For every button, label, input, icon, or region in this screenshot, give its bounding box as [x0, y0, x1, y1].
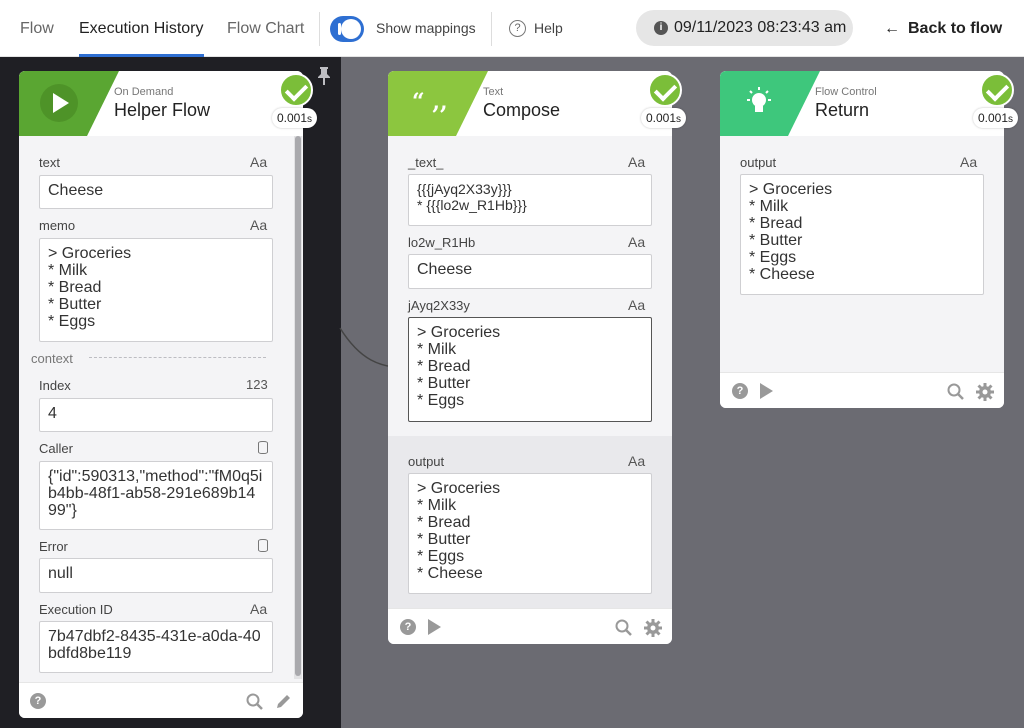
- context-label: context: [31, 351, 73, 366]
- card-header: “ ,, Text Compose: [388, 71, 672, 136]
- search-icon[interactable]: [947, 383, 965, 401]
- database-icon: [258, 539, 268, 552]
- scrollbar[interactable]: [294, 136, 302, 679]
- field-label: memo: [39, 218, 76, 233]
- field-label: jAyq2X33y: [408, 298, 470, 313]
- field-label: output: [408, 454, 445, 469]
- caller-field[interactable]: {"id":590313,"method":"fM0q5i b4bb-48f1-…: [39, 461, 273, 530]
- tab-execution-history[interactable]: Execution History: [79, 0, 204, 57]
- back-to-flow-button[interactable]: ← Back to flow: [884, 0, 1002, 57]
- card-title: Return: [815, 100, 870, 120]
- duration-unit: s: [1008, 114, 1014, 125]
- field-label: Error: [39, 539, 68, 554]
- type-string-icon: Aa: [628, 453, 646, 469]
- field-label: _text_: [408, 155, 444, 170]
- card-category: Text: [483, 86, 504, 98]
- field-label: lo2w_R1Hb: [408, 235, 476, 250]
- play-icon[interactable]: [760, 383, 773, 399]
- type-string-icon: Aa: [960, 154, 978, 170]
- duration-value: 0.001: [277, 111, 308, 125]
- duration-badge: 0.001s: [272, 108, 318, 128]
- help-icon[interactable]: ?: [509, 20, 526, 37]
- tab-flow-chart[interactable]: Flow Chart: [227, 0, 304, 57]
- field-label: text: [39, 155, 60, 170]
- card-title: Compose: [483, 100, 561, 120]
- card-header-band: [19, 71, 119, 136]
- check-icon: [279, 73, 313, 107]
- card-category: Flow Control: [815, 86, 877, 98]
- show-mappings-label[interactable]: Show mappings: [376, 0, 476, 57]
- help-icon[interactable]: ?: [732, 383, 748, 399]
- card-header: On Demand Helper Flow: [19, 71, 303, 136]
- check-icon: [980, 73, 1014, 107]
- memo-field[interactable]: > Groceries * Milk * Bread * Butter * Eg…: [39, 238, 273, 342]
- pin-icon[interactable]: [316, 66, 332, 86]
- edit-icon[interactable]: [274, 693, 292, 711]
- card-footer: ?: [720, 372, 1004, 408]
- card-footer: ?: [388, 608, 672, 644]
- execution-id-field[interactable]: 7b47dbf2-8435-431e-a0da-40bdfd8be119: [39, 621, 273, 673]
- jayq-field[interactable]: > Groceries * Milk * Bread * Butter * Eg…: [408, 317, 652, 422]
- field-label: Caller: [39, 441, 73, 456]
- text-field[interactable]: Cheese: [39, 175, 273, 209]
- show-mappings-toggle[interactable]: [330, 16, 364, 42]
- divider: [319, 12, 320, 46]
- error-field[interactable]: null: [39, 558, 273, 593]
- top-navbar: Flow Execution History Flow Chart Show m…: [0, 0, 1024, 57]
- card-header-band: [720, 71, 820, 136]
- field-label: Index: [39, 378, 71, 393]
- helper-flow-card: On Demand Helper Flow text Aa Cheese mem…: [19, 71, 303, 718]
- gear-icon[interactable]: [644, 619, 662, 637]
- type-string-icon: Aa: [628, 154, 646, 170]
- duration-unit: s: [676, 114, 682, 125]
- database-icon: [258, 441, 268, 454]
- divider: [491, 12, 492, 46]
- help-link[interactable]: Help: [534, 0, 563, 57]
- index-field[interactable]: 4: [39, 398, 273, 432]
- type-string-icon: Aa: [250, 154, 268, 170]
- execution-timestamp[interactable]: i 09/11/2023 08:23:43 am: [636, 10, 853, 46]
- dashed-divider: [89, 357, 266, 358]
- card-footer: ?: [19, 682, 303, 718]
- info-icon: i: [654, 21, 668, 35]
- search-icon[interactable]: [246, 693, 264, 711]
- duration-value: 0.001: [646, 111, 677, 125]
- help-icon[interactable]: ?: [400, 619, 416, 635]
- type-string-icon: Aa: [250, 601, 268, 617]
- output-field[interactable]: > Groceries * Milk * Bread * Butter * Eg…: [740, 174, 984, 295]
- duration-badge: 0.001s: [973, 108, 1019, 128]
- timestamp-text: 09/11/2023 08:23:43 am: [674, 19, 847, 36]
- template-text-field[interactable]: {{{jAyq2X33y}}} * {{{lo2w_R1Hb}}}: [408, 174, 652, 226]
- help-icon[interactable]: ?: [30, 693, 46, 709]
- gear-icon[interactable]: [976, 383, 994, 401]
- card-title: Helper Flow: [114, 100, 211, 120]
- return-card: Flow Control Return output Aa > Grocerie…: [720, 71, 1004, 408]
- type-string-icon: Aa: [628, 297, 646, 313]
- duration-value: 0.001: [978, 111, 1009, 125]
- search-icon[interactable]: [615, 619, 633, 637]
- scrollbar-thumb[interactable]: [295, 136, 301, 676]
- context-divider: context: [31, 350, 266, 366]
- lo2w-field[interactable]: Cheese: [408, 254, 652, 289]
- quote-icon: “ ,,: [412, 89, 448, 115]
- output-field[interactable]: > Groceries * Milk * Bread * Butter * Eg…: [408, 473, 652, 594]
- type-string-icon: Aa: [250, 217, 268, 233]
- arrow-left-icon: ←: [884, 20, 900, 37]
- card-header: Flow Control Return: [720, 71, 1004, 136]
- duration-unit: s: [307, 114, 313, 125]
- field-label: Execution ID: [39, 602, 113, 617]
- field-label: output: [740, 155, 777, 170]
- type-number-icon: 123: [246, 377, 268, 392]
- play-icon[interactable]: [428, 619, 441, 635]
- tab-flow[interactable]: Flow: [20, 0, 54, 57]
- duration-badge: 0.001s: [641, 108, 687, 128]
- type-string-icon: Aa: [628, 234, 646, 250]
- compose-card: “ ,, Text Compose _text_ Aa {{{jAyq2X33y…: [388, 71, 672, 644]
- back-to-flow-label: Back to flow: [908, 20, 1003, 37]
- check-icon: [648, 73, 682, 107]
- card-category: On Demand: [114, 86, 174, 98]
